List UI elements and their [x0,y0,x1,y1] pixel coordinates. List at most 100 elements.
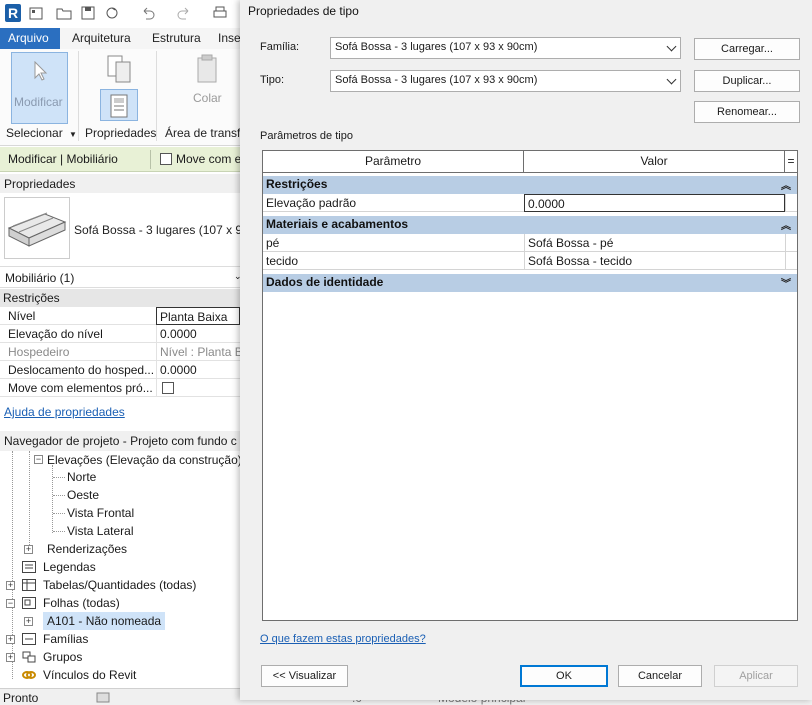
property-name: Hospedeiro [8,345,70,359]
quick-access-toolbar: R [0,0,240,28]
property-row[interactable]: Move com elementos pró... [0,379,240,397]
tree-node-a101[interactable]: A101 - Não nomeada [43,612,166,630]
save-icon[interactable] [80,5,96,21]
expand-toggle[interactable]: + [24,545,33,554]
group-materiais[interactable]: Materiais e acabamentos ︽ [263,216,797,234]
parameter-value[interactable]: Sofá Bossa - pé [524,234,785,252]
expand-toggle[interactable]: + [6,653,15,662]
home-icon[interactable] [28,5,44,21]
ribbon-divider [78,51,79,141]
contextual-options-bar: Modificar | Mobiliário Move com e [0,147,240,172]
properties-button[interactable] [100,89,138,121]
type-properties-dialog: Propriedades de tipo Família: Sofá Bossa… [240,0,812,700]
parameter-value-input[interactable]: 0.0000 [524,194,785,212]
collapse-icon[interactable]: ︽ [781,177,791,192]
expand-toggle[interactable]: + [6,581,15,590]
tab-arquivo[interactable]: Arquivo [0,28,60,49]
expand-toggle[interactable]: + [24,617,33,626]
properties-palette-title: Propriedades [0,174,240,194]
parameter-value[interactable]: Sofá Bossa - tecido [524,252,785,270]
formula-cell[interactable] [785,194,797,212]
type-dropdown[interactable]: Sofá Bossa - 3 lugares (107 x 93 x 90cm) [330,70,681,92]
redo-icon[interactable] [176,5,192,21]
undo-icon[interactable] [140,5,156,21]
move-with-checkbox[interactable] [160,153,172,165]
column-header-value[interactable]: Valor [524,151,785,172]
revit-main-window: R Arquivo Arquitetura Estrutura Inse Mod… [0,0,240,705]
what-do-these-properties-do-link[interactable]: O que fazem estas propriedades? [260,633,426,645]
tree-node-renderizacoes[interactable]: Renderizações [47,540,127,558]
property-row[interactable]: Nível Planta Baixa [0,307,240,325]
duplicate-button[interactable]: Duplicar... [694,70,800,92]
open-icon[interactable] [56,5,72,21]
properties-panel-label: Propriedades [85,126,157,140]
revit-logo-icon[interactable]: R [4,3,22,23]
load-button[interactable]: Carregar... [694,38,800,60]
select-dropdown[interactable]: Selecionar ▼ [6,126,77,140]
sheets-icon [22,597,36,609]
cancel-button[interactable]: Cancelar [618,665,702,687]
property-value[interactable]: Planta Baixa [156,307,240,325]
family-label: Família: [260,41,300,53]
property-value[interactable]: 0.0000 [156,325,240,343]
tree-node-vinculos[interactable]: Vínculos do Revit [43,666,136,684]
instance-properties-grid: Restrições Nível Planta Baixa Elevação d… [0,289,240,399]
sync-icon[interactable] [104,5,120,21]
formula-cell[interactable] [785,252,797,270]
tree-node-oeste[interactable]: Oeste [67,486,99,504]
group-restricoes[interactable]: Restrições [0,289,240,307]
groups-icon [22,651,36,663]
tree-node-familias[interactable]: Famílias [43,630,88,648]
clipboard-panel-label: Área de transfe [165,126,240,140]
property-row[interactable]: Deslocamento do hosped... 0.0000 [0,361,240,379]
group-name: Materiais e acabamentos [266,217,409,231]
tree-node-vista-lateral[interactable]: Vista Lateral [67,522,134,540]
rename-button[interactable]: Renomear... [694,101,800,123]
tree-node-tabelas[interactable]: Tabelas/Quantidades (todas) [43,576,196,594]
table-row[interactable]: Elevação padrão 0.0000 [263,194,797,212]
column-header-formula[interactable]: = [785,151,797,172]
properties-help-link[interactable]: Ajuda de propriedades [4,405,125,419]
group-restricoes[interactable]: Restrições ︽ [263,176,797,194]
column-header-parameter[interactable]: Parâmetro [263,151,524,172]
move-with-elements-checkbox[interactable] [162,382,174,394]
property-value[interactable] [156,379,240,397]
collapse-toggle[interactable]: − [6,599,15,608]
svg-text:R: R [8,5,18,21]
expand-icon[interactable]: ︾ [781,275,791,290]
expand-toggle[interactable]: + [6,635,15,644]
family-dropdown[interactable]: Sofá Bossa - 3 lugares (107 x 93 x 90cm) [330,37,681,59]
tab-arquitetura[interactable]: Arquitetura [66,28,137,49]
modify-label: Modificar [14,95,63,109]
tab-estrutura[interactable]: Estrutura [146,28,207,49]
property-name: Nível [8,309,36,323]
table-row[interactable]: pé Sofá Bossa - pé [263,234,797,252]
tree-node-elevacoes[interactable]: Elevações (Elevação da construção) [47,451,240,469]
ok-button[interactable]: OK [520,665,608,687]
tree-node-vista-frontal[interactable]: Vista Frontal [67,504,134,522]
apply-button[interactable]: Aplicar [714,665,798,687]
table-row[interactable]: tecido Sofá Bossa - tecido [263,252,797,270]
instance-filter-dropdown[interactable]: Mobiliário (1) ⌄ [0,266,240,288]
type-selector-icon[interactable] [104,54,134,84]
tree-node-legendas[interactable]: Legendas [43,558,96,576]
property-row[interactable]: Elevação do nível 0.0000 [0,325,240,343]
print-icon[interactable] [212,5,228,21]
move-with-label: Move com e [176,152,240,166]
worksharing-icon[interactable] [96,690,110,704]
collapse-icon[interactable]: ︽ [781,217,791,232]
chevron-down-icon [666,74,677,85]
families-icon [22,633,36,645]
group-dados-identidade[interactable]: Dados de identidade ︾ [263,274,797,292]
tree-node-norte[interactable]: Norte [67,468,96,486]
collapse-toggle[interactable]: − [34,455,43,464]
type-selector[interactable]: Sofá Bossa - 3 lugares (107 x 93 [0,193,240,265]
paste-icon[interactable] [196,54,222,84]
modify-button[interactable]: Modificar [11,52,68,124]
formula-cell[interactable] [785,234,797,252]
property-value[interactable]: 0.0000 [156,361,240,379]
tree-node-folhas[interactable]: Folhas (todas) [43,594,120,612]
preview-button[interactable]: << Visualizar [261,665,348,687]
tab-inserir[interactable]: Inse [212,28,240,49]
tree-node-grupos[interactable]: Grupos [43,648,82,666]
